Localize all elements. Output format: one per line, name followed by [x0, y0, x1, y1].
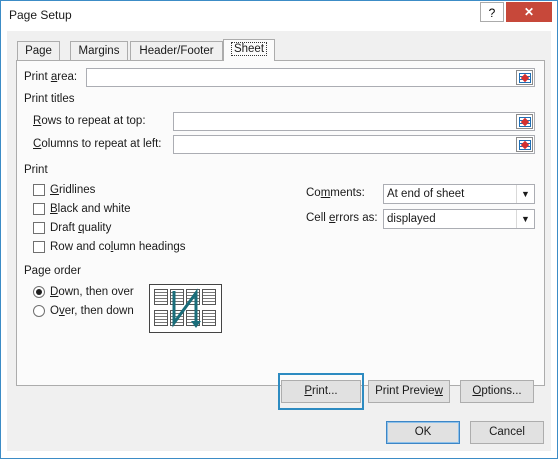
title-bar: Page Setup ? ✕ [1, 1, 557, 31]
down-then-over-radio[interactable] [33, 286, 45, 298]
comments-select[interactable]: At end of sheet ▼ [383, 184, 535, 204]
print-button[interactable]: Print... [281, 380, 361, 403]
black-and-white-label[interactable]: Black and white [50, 203, 131, 215]
print-preview-button[interactable]: Print Preview [368, 380, 450, 403]
page-setup-dialog: Page Setup ? ✕ Page Margins Header/Foote… [0, 0, 558, 459]
collapse-dialog-icon[interactable] [516, 137, 533, 152]
page-order-preview [149, 284, 222, 333]
row-column-headings-checkbox[interactable] [33, 241, 45, 253]
dialog-body: Page Margins Header/Footer Sheet Print a… [7, 31, 551, 451]
collapse-dialog-icon[interactable] [516, 114, 533, 129]
gridlines-label[interactable]: Gridlines [50, 184, 95, 196]
rows-to-repeat-label: Rows to repeat at top: [33, 115, 146, 127]
print-titles-heading: Print titles [24, 93, 75, 105]
over-then-down-label[interactable]: Over, then down [50, 305, 134, 317]
down-then-over-label[interactable]: Down, then over [50, 286, 134, 298]
columns-to-repeat-field[interactable] [173, 135, 535, 154]
comments-value: At end of sheet [387, 188, 465, 200]
close-button[interactable]: ✕ [506, 2, 552, 22]
columns-to-repeat-label: Columns to repeat at left: [33, 138, 162, 150]
tab-page[interactable]: Page [17, 41, 60, 60]
tab-margins[interactable]: Margins [70, 41, 128, 60]
cell-errors-value: displayed [387, 213, 436, 225]
help-button[interactable]: ? [480, 2, 504, 22]
draft-quality-label[interactable]: Draft quality [50, 222, 111, 234]
tab-sheet[interactable]: Sheet [223, 39, 275, 61]
dialog-title: Page Setup [9, 8, 72, 22]
cell-errors-select[interactable]: displayed ▼ [383, 209, 535, 229]
chevron-down-icon[interactable]: ▼ [516, 185, 534, 203]
print-heading: Print [24, 164, 48, 176]
page-order-arrow-icon [172, 288, 201, 328]
page-order-heading: Page order [24, 265, 81, 277]
print-area-label: Print area: [24, 71, 78, 83]
draft-quality-checkbox[interactable] [33, 222, 45, 234]
options-button[interactable]: Options... [460, 380, 534, 403]
comments-label: Comments: [306, 187, 365, 199]
print-area-field[interactable] [86, 68, 535, 87]
row-column-headings-label[interactable]: Row and column headings [50, 241, 186, 253]
cell-errors-label: Cell errors as: [306, 212, 378, 224]
gridlines-checkbox[interactable] [33, 184, 45, 196]
black-and-white-checkbox[interactable] [33, 203, 45, 215]
rows-to-repeat-field[interactable] [173, 112, 535, 131]
over-then-down-radio[interactable] [33, 305, 45, 317]
tab-sheet-label: Sheet [230, 42, 268, 56]
cancel-button[interactable]: Cancel [470, 421, 544, 444]
tab-header-footer[interactable]: Header/Footer [130, 41, 223, 60]
chevron-down-icon[interactable]: ▼ [516, 210, 534, 228]
ok-button[interactable]: OK [386, 421, 460, 444]
collapse-dialog-icon[interactable] [516, 70, 533, 85]
